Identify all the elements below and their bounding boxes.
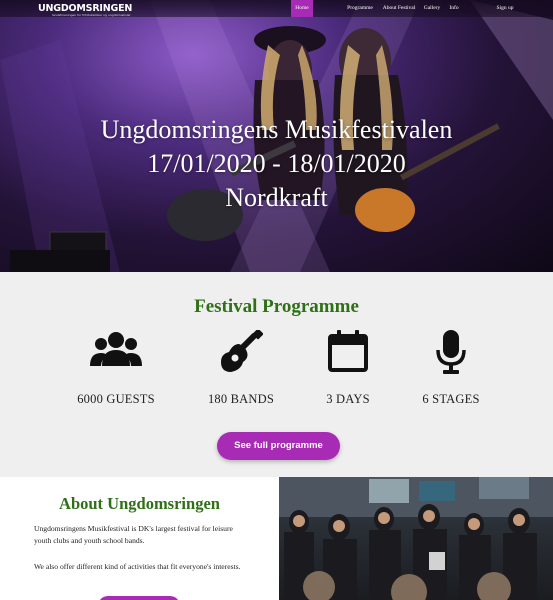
- microphone-icon: [436, 330, 466, 374]
- nav-info[interactable]: Info: [446, 0, 462, 17]
- stat-days: 3 DAYS: [288, 330, 408, 406]
- see-full-programme-button[interactable]: See full programme: [217, 432, 340, 460]
- about-read-more-button[interactable]: [98, 596, 180, 600]
- top-navigation: UNGDOMSRINGEN landsforeningen for fritid…: [0, 0, 553, 17]
- hero-headline: Ungdomsringens Musikfestivalen 17/01/202…: [0, 113, 553, 215]
- hero-banner: Ungdomsringens Musikfestivalen 17/01/202…: [0, 0, 553, 272]
- users-icon: [90, 332, 142, 366]
- stat-days-label: 3 DAYS: [326, 392, 370, 406]
- nav-sign-up[interactable]: Sign up: [492, 0, 518, 17]
- nav-gallery[interactable]: Gallery: [421, 0, 443, 17]
- stat-stages-label: 6 STAGES: [422, 392, 480, 406]
- stat-guests: 6000 GUESTS: [56, 330, 176, 406]
- programme-title: Festival Programme: [194, 296, 359, 317]
- hero-venue: Nordkraft: [225, 183, 328, 212]
- nav-about-festival[interactable]: About Festival: [380, 0, 418, 17]
- hero-dates: 17/01/2020 - 18/01/2020: [147, 149, 406, 178]
- calendar-icon: [328, 330, 368, 372]
- guitar-icon: [221, 330, 263, 372]
- stat-guests-label: 6000 GUESTS: [77, 392, 155, 406]
- crowd-photo: [279, 477, 553, 600]
- crowd-photo-art: [279, 477, 553, 600]
- stat-bands-label: 180 BANDS: [207, 392, 275, 406]
- site-logo[interactable]: UNGDOMSRINGEN landsforeningen for fritid…: [38, 1, 132, 17]
- about-title: About Ungdomsringen: [59, 494, 220, 513]
- logo-tagline: landsforeningen for fritidsklubber og un…: [52, 13, 131, 17]
- nav-programme[interactable]: Programme: [343, 0, 377, 17]
- stat-stages: 6 STAGES: [391, 330, 511, 406]
- festival-programme-section: Festival Programme 6000 GUESTS 180 BANDS…: [0, 272, 553, 477]
- about-paragraph-2: We also offer different kind of activiti…: [34, 562, 241, 571]
- about-paragraph-1: Ungdomsringens Musikfestival is DK's lar…: [34, 524, 233, 545]
- about-section: About Ungdomsringen Ungdomsringens Musik…: [0, 477, 279, 600]
- hero-festival-name: Ungdomsringens Musikfestivalen: [100, 115, 453, 144]
- stat-bands: 180 BANDS: [181, 330, 301, 406]
- nav-home[interactable]: Home: [291, 0, 313, 17]
